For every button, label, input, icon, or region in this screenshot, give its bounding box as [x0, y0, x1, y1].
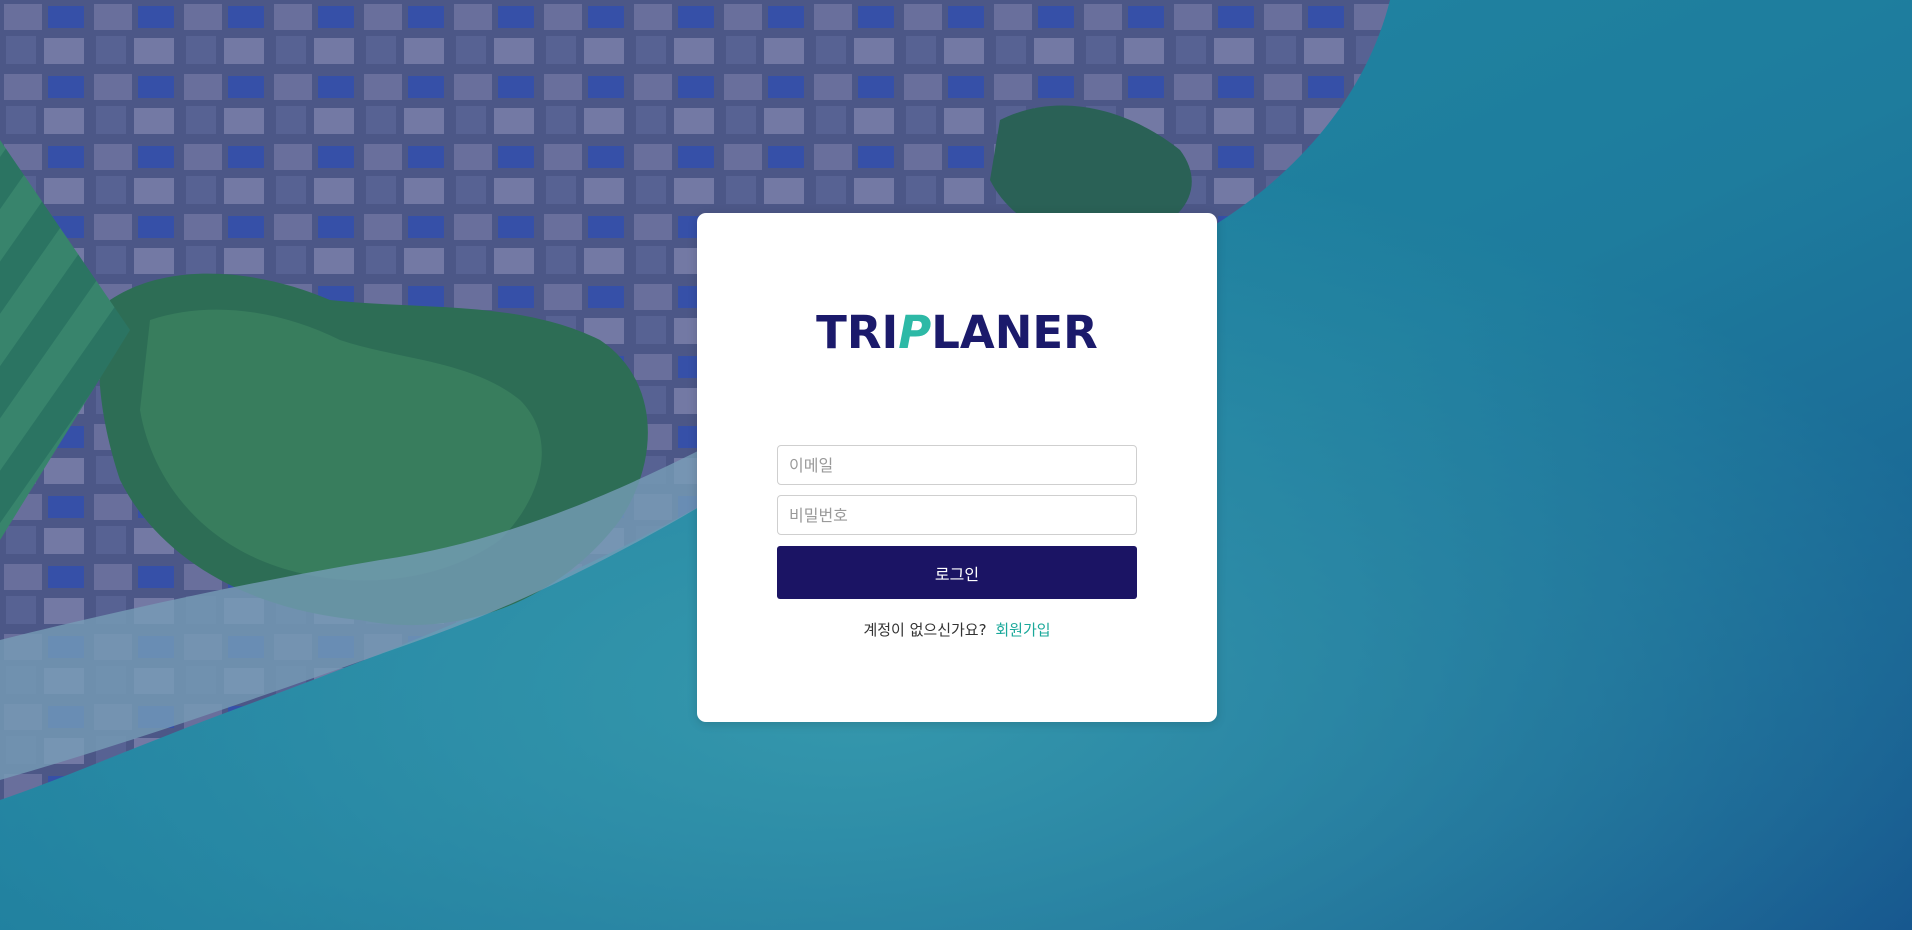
- logo-text-accent: P: [898, 306, 932, 359]
- signup-prompt-text: 계정이 없으신가요?: [863, 621, 987, 639]
- login-button[interactable]: 로그인: [777, 546, 1137, 599]
- signup-prompt-row: 계정이 없으신가요? 회원가입: [697, 619, 1217, 640]
- logo-text-prefix: TRI: [816, 306, 899, 359]
- signup-link[interactable]: 회원가입: [995, 621, 1050, 639]
- email-input[interactable]: [777, 445, 1137, 485]
- password-input[interactable]: [777, 495, 1137, 535]
- login-card: TRIPLANER 로그인 계정이 없으신가요? 회원가입: [697, 213, 1217, 722]
- brand-logo: TRIPLANER: [697, 308, 1217, 358]
- logo-text-suffix: LANER: [931, 306, 1098, 359]
